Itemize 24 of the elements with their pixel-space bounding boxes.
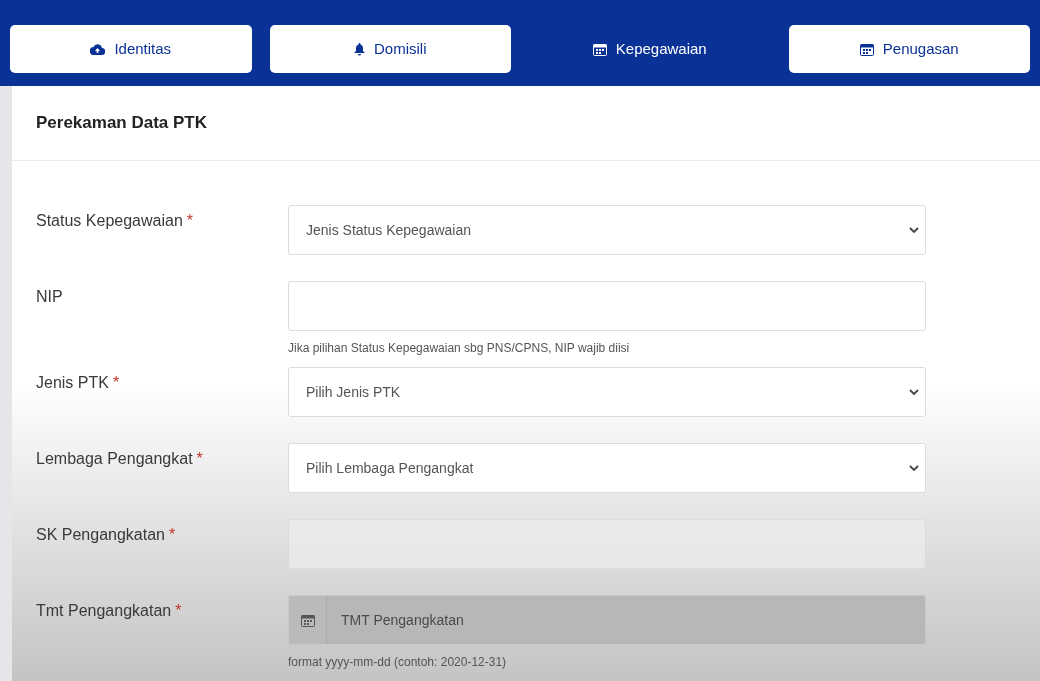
tab[interactable]: Identitas	[10, 25, 252, 73]
calendar-icon	[592, 42, 607, 56]
field-label: Jenis PTK *	[36, 373, 121, 393]
chevron-down-icon	[909, 464, 919, 472]
card-title: Perekaman Data PTK	[36, 112, 208, 135]
tab[interactable]: Kepegawaian	[529, 25, 771, 73]
field-label: SK Pengangkatan *	[36, 525, 177, 545]
help-text: format yyyy-mm-dd (contoh: 2020-12-31)	[288, 654, 508, 671]
input-field[interactable]	[288, 281, 926, 331]
field-label: NIP	[36, 287, 64, 307]
select-field[interactable]: Jenis Status Kepegawaian	[288, 205, 926, 255]
field-label: Status Kepegawaian *	[36, 211, 194, 231]
help-text: Jika pilihan Status Kepegawaian sbg PNS/CPNS, NIP wajib diisi	[288, 340, 631, 357]
tab[interactable]: Domisili	[269, 25, 511, 73]
bell-icon	[354, 42, 365, 56]
calendar-icon	[859, 42, 874, 56]
cloud-upload-icon	[90, 43, 106, 55]
chevron-down-icon	[909, 388, 919, 396]
chevron-down-icon	[909, 226, 919, 234]
field-label: Tmt Pengangkatan *	[36, 601, 183, 621]
field-label: Lembaga Pengangkat *	[36, 449, 204, 469]
select-field[interactable]: Pilih Jenis PTK	[288, 367, 926, 417]
select-field[interactable]: Pilih Lembaga Pengangkat	[288, 443, 926, 493]
tab[interactable]: Penugasan	[788, 25, 1030, 73]
